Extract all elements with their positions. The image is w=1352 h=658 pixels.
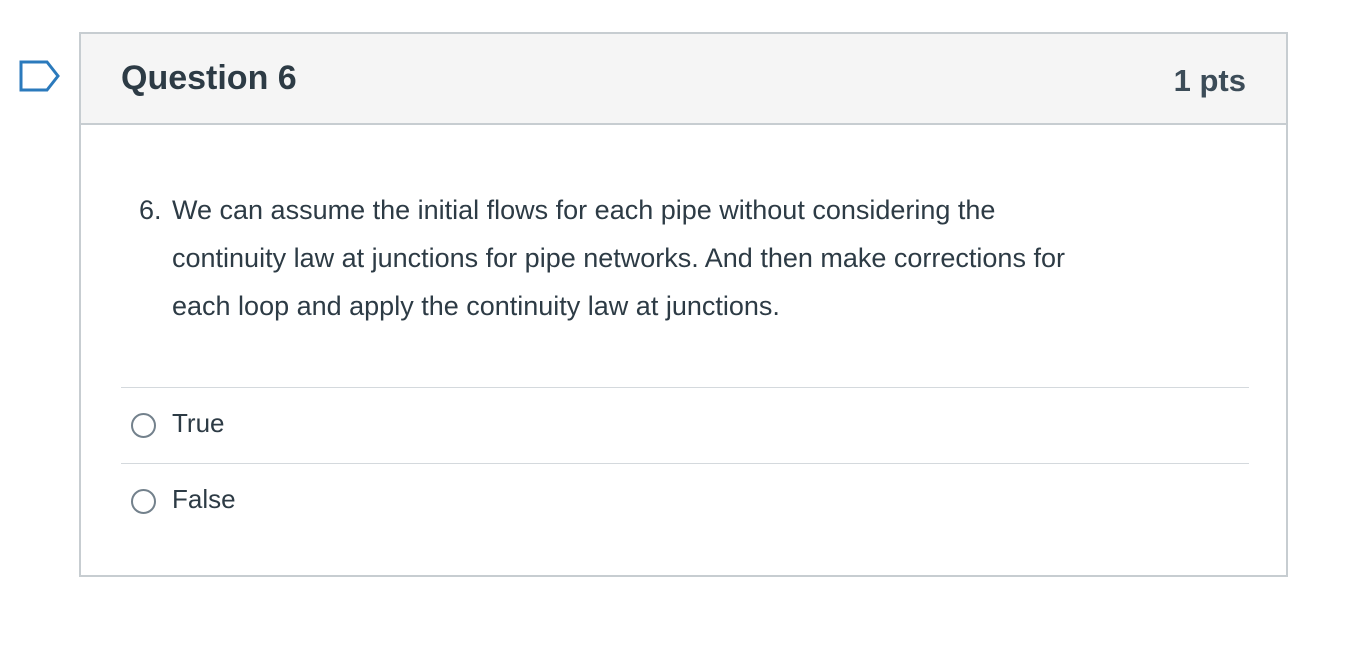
bookmark-flag-icon <box>19 60 60 92</box>
question-title: Question 6 <box>121 59 297 97</box>
question-text-line-1: We can assume the initial flows for each… <box>172 195 996 225</box>
question-text-line-3: each loop and apply the continuity law a… <box>172 291 780 321</box>
answer-label-false[interactable]: False <box>172 483 236 515</box>
answer-label-true[interactable]: True <box>172 407 225 439</box>
question-text: 6. We can assume the initial flows for ea… <box>139 186 1259 330</box>
question-card: Question 6 1 pts 6. We can assume the ini… <box>79 32 1288 577</box>
answer-option-true[interactable]: True <box>121 387 1249 463</box>
radio-button-icon[interactable] <box>131 489 156 514</box>
question-text-line: 6. We can assume the initial flows for ea… <box>139 186 1259 234</box>
question-text-line-2: continuity law at junctions for pipe net… <box>172 243 1065 273</box>
question-points: 1 pts <box>1173 63 1246 98</box>
flag-question-icon[interactable] <box>18 59 62 93</box>
question-number: 6. <box>139 195 162 225</box>
radio-button-icon[interactable] <box>131 413 156 438</box>
question-header: Question 6 1 pts <box>81 34 1286 125</box>
answer-option-false[interactable]: False <box>121 463 1249 539</box>
